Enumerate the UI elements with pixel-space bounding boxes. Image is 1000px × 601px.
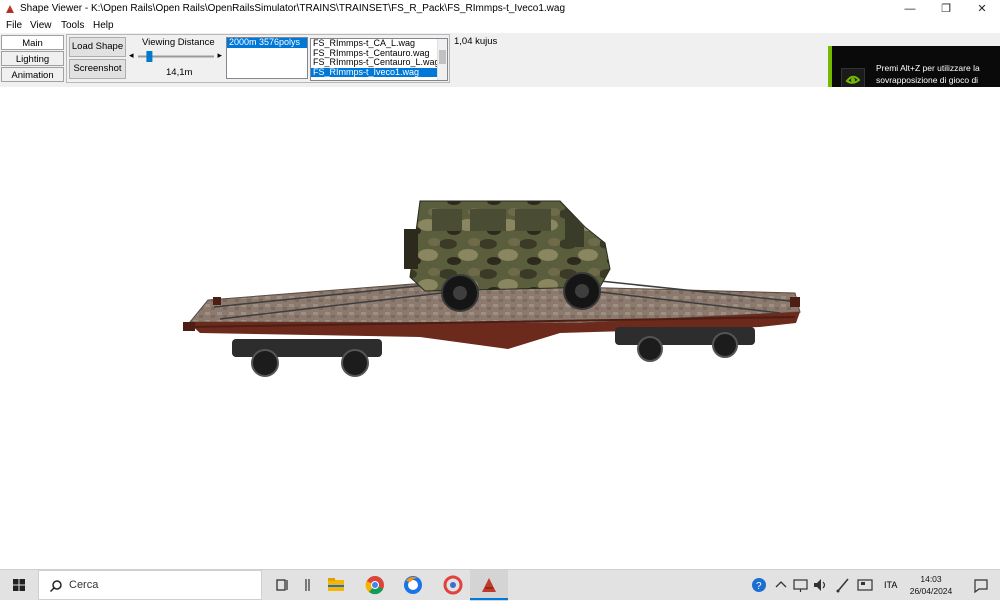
clock-date: 26/04/2024 bbox=[909, 586, 953, 596]
clock-time: 14:03 bbox=[920, 574, 942, 584]
search-placeholder: Cerca bbox=[69, 579, 99, 591]
windows-taskbar: Cerca ? ITA 14:03 26/04/2024 bbox=[0, 569, 1000, 601]
flat-wagon-model bbox=[183, 200, 801, 377]
slider-left-arrow-icon[interactable]: ◂ bbox=[129, 50, 134, 61]
screenshot-button[interactable]: Screenshot bbox=[69, 59, 126, 79]
menu-help[interactable]: Help bbox=[93, 20, 114, 31]
shape-viewer-app-icon bbox=[6, 5, 14, 13]
svg-text:?: ? bbox=[756, 581, 762, 592]
system-clock[interactable]: 14:03 26/04/2024 bbox=[904, 573, 958, 597]
size-readout: 1,04 kujus bbox=[454, 36, 498, 47]
app-ring-icon[interactable] bbox=[440, 573, 466, 597]
firefox-icon[interactable] bbox=[400, 573, 426, 597]
lod-item[interactable]: 2000m 3576polys bbox=[227, 38, 307, 48]
wagon-file-listbox[interactable]: FS_RImmps-t_CA_L.wag FS_RImmps-t_Centaur… bbox=[310, 38, 448, 81]
shape-viewport[interactable] bbox=[0, 87, 1000, 569]
menu-file[interactable]: File bbox=[6, 20, 22, 31]
taskbar-search-box[interactable]: Cerca bbox=[38, 570, 262, 600]
slider-right-arrow-icon[interactable]: ▸ bbox=[217, 50, 222, 61]
viewing-distance-label: Viewing Distance bbox=[142, 37, 215, 48]
viewing-distance-slider[interactable]: ◂ ▸ bbox=[128, 50, 224, 63]
menu-bar: File View Tools Help bbox=[0, 18, 1000, 33]
menu-view[interactable]: View bbox=[30, 20, 52, 31]
language-indicator[interactable]: ITA bbox=[884, 580, 897, 590]
restore-button[interactable]: ❐ bbox=[928, 0, 964, 18]
chrome-icon[interactable] bbox=[362, 573, 388, 597]
load-shape-button[interactable]: Load Shape bbox=[69, 37, 126, 57]
menu-tools[interactable]: Tools bbox=[61, 20, 84, 31]
search-icon bbox=[49, 580, 62, 593]
wagon-list-scrollbar[interactable] bbox=[437, 39, 447, 80]
shape-viewer-taskbar-icon[interactable] bbox=[476, 573, 502, 597]
wagon-file-item-selected[interactable]: FS_RImmps-t_Iveco1.wag bbox=[311, 67, 447, 77]
viewing-distance-value: 14,1m bbox=[166, 67, 193, 78]
close-button[interactable]: ✕ bbox=[964, 0, 1000, 18]
display-icon[interactable] bbox=[852, 573, 878, 597]
start-button[interactable] bbox=[0, 570, 38, 601]
window-title: Shape Viewer - K:\Open Rails\Open Rails\… bbox=[20, 3, 566, 14]
task-view-icon[interactable] bbox=[270, 573, 296, 597]
tab-lighting[interactable]: Lighting bbox=[1, 51, 64, 66]
notifications-icon[interactable] bbox=[968, 573, 994, 597]
tab-animation[interactable]: Animation bbox=[1, 67, 64, 82]
lod-listbox[interactable]: 2000m 3576polys bbox=[226, 37, 308, 79]
title-bar: Shape Viewer - K:\Open Rails\Open Rails\… bbox=[0, 0, 1000, 18]
tab-main[interactable]: Main bbox=[1, 35, 64, 50]
windows-logo-icon bbox=[13, 579, 25, 591]
file-explorer-icon[interactable] bbox=[323, 573, 349, 597]
minimize-button[interactable]: — bbox=[892, 0, 928, 18]
widgets-separator-icon bbox=[305, 579, 310, 591]
